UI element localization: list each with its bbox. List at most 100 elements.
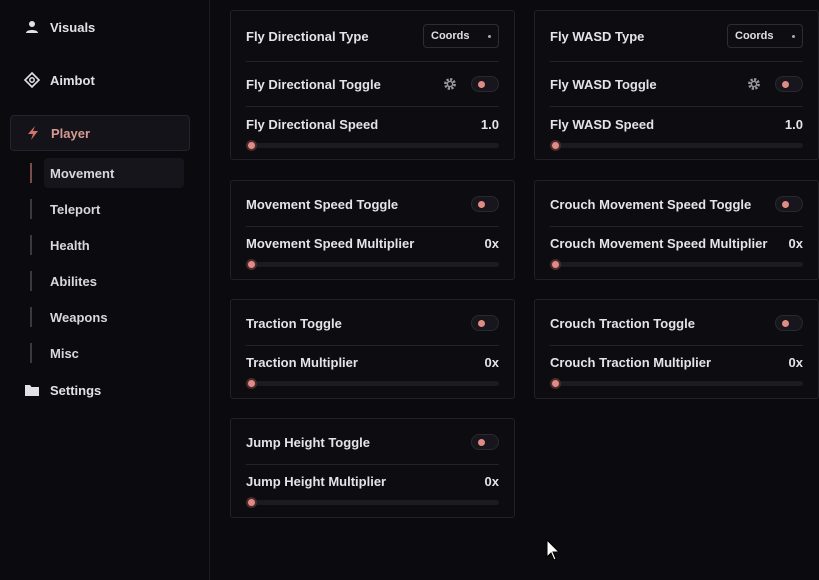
traction-toggle[interactable] bbox=[471, 315, 499, 331]
jump-height-toggle[interactable] bbox=[471, 434, 499, 450]
divider bbox=[550, 345, 803, 346]
fly-wasd-toggle-label: Fly WASD Toggle bbox=[550, 76, 657, 92]
fly-directional-toggle[interactable] bbox=[471, 76, 499, 92]
movement-speed-multiplier-value: 0x bbox=[484, 235, 499, 251]
fly-directional-type-label: Fly Directional Type bbox=[246, 28, 369, 44]
fly-directional-panel: Fly Directional Type Coords Fly Directio… bbox=[230, 10, 515, 160]
mouse-cursor-icon bbox=[546, 538, 561, 566]
crosshair-icon bbox=[24, 72, 40, 88]
fly-directional-speed-slider[interactable] bbox=[246, 140, 499, 151]
fly-wasd-speed-label: Fly WASD Speed bbox=[550, 116, 655, 132]
crouch-traction-multiplier-label: Crouch Traction Multiplier bbox=[550, 354, 712, 370]
sub-item-label: Weapons bbox=[50, 309, 108, 325]
slider-knob[interactable] bbox=[246, 497, 257, 508]
sub-item-indicator bbox=[30, 307, 32, 327]
dropdown-value: Coords bbox=[431, 30, 470, 42]
crouch-traction-toggle[interactable] bbox=[775, 315, 803, 331]
jump-height-multiplier-label: Jump Height Multiplier bbox=[246, 473, 387, 489]
nav-item-settings[interactable]: Settings bbox=[10, 372, 190, 408]
traction-toggle-label: Traction Toggle bbox=[246, 315, 342, 331]
sub-item-indicator bbox=[30, 271, 32, 291]
fly-wasd-panel: Fly WASD Type Coords Fly WASD Toggle Fly… bbox=[534, 10, 819, 160]
nav-item-aimbot[interactable]: Aimbot bbox=[10, 62, 190, 98]
divider bbox=[246, 226, 499, 227]
divider bbox=[550, 106, 803, 107]
jump-height-panel: Jump Height Toggle Jump Height Multiplie… bbox=[230, 418, 515, 518]
sub-item-abilites[interactable]: Abilites bbox=[30, 266, 190, 296]
divider bbox=[246, 106, 499, 107]
crouch-traction-multiplier-value: 0x bbox=[788, 354, 803, 370]
fly-wasd-toggle[interactable] bbox=[775, 76, 803, 92]
traction-multiplier-label: Traction Multiplier bbox=[246, 354, 358, 370]
nav-item-label: Visuals bbox=[50, 19, 96, 35]
movement-speed-multiplier-slider[interactable] bbox=[246, 259, 499, 270]
sub-item-indicator bbox=[30, 199, 32, 219]
sub-item-label: Movement bbox=[50, 165, 115, 181]
slider-knob[interactable] bbox=[246, 378, 257, 389]
nav-item-visuals[interactable]: Visuals bbox=[10, 9, 190, 45]
crouch-movement-speed-toggle[interactable] bbox=[775, 196, 803, 212]
slider-knob[interactable] bbox=[550, 259, 561, 270]
divider bbox=[550, 226, 803, 227]
crouch-movement-speed-multiplier-slider[interactable] bbox=[550, 259, 803, 270]
fly-directional-toggle-label: Fly Directional Toggle bbox=[246, 76, 381, 92]
folder-icon bbox=[24, 382, 40, 398]
fly-wasd-type-dropdown[interactable]: Coords bbox=[727, 24, 803, 48]
fly-wasd-speed-slider[interactable] bbox=[550, 140, 803, 151]
sub-item-label: Abilites bbox=[50, 273, 97, 289]
fly-directional-speed-value: 1.0 bbox=[480, 116, 499, 132]
sidebar: Visuals Aimbot Player Movement Teleport … bbox=[0, 0, 210, 580]
gear-icon[interactable] bbox=[443, 77, 457, 91]
traction-multiplier-slider[interactable] bbox=[246, 378, 499, 389]
gear-icon[interactable] bbox=[747, 77, 761, 91]
nav-item-label: Player bbox=[51, 125, 91, 141]
fly-wasd-speed-value: 1.0 bbox=[784, 116, 803, 132]
user-icon bbox=[24, 19, 40, 35]
crouch-movement-speed-toggle-label: Crouch Movement Speed Toggle bbox=[550, 196, 752, 212]
jump-height-toggle-label: Jump Height Toggle bbox=[246, 434, 370, 450]
sub-item-indicator bbox=[30, 163, 32, 183]
movement-speed-toggle-label: Movement Speed Toggle bbox=[246, 196, 399, 212]
traction-panel: Traction Toggle Traction Multiplier 0x bbox=[230, 299, 515, 399]
jump-height-multiplier-value: 0x bbox=[484, 473, 499, 489]
fly-wasd-type-label: Fly WASD Type bbox=[550, 28, 645, 44]
sub-item-label: Misc bbox=[50, 345, 79, 361]
divider bbox=[246, 464, 499, 465]
nav-item-label: Settings bbox=[50, 382, 102, 398]
slider-knob[interactable] bbox=[246, 259, 257, 270]
traction-multiplier-value: 0x bbox=[484, 354, 499, 370]
sub-item-indicator bbox=[30, 235, 32, 255]
crouch-movement-speed-panel: Crouch Movement Speed Toggle Crouch Move… bbox=[534, 180, 819, 280]
sub-item-label: Health bbox=[50, 237, 90, 253]
slider-knob[interactable] bbox=[246, 140, 257, 151]
sub-item-movement[interactable]: Movement bbox=[30, 158, 190, 188]
sub-item-weapons[interactable]: Weapons bbox=[30, 302, 190, 332]
sub-item-label: Teleport bbox=[50, 201, 101, 217]
sub-item-misc[interactable]: Misc bbox=[30, 338, 190, 368]
crouch-movement-speed-multiplier-label: Crouch Movement Speed Multiplier bbox=[550, 235, 768, 251]
dropdown-indicator-icon bbox=[488, 34, 491, 38]
fly-directional-speed-label: Fly Directional Speed bbox=[246, 116, 379, 132]
sub-item-indicator bbox=[30, 343, 32, 363]
movement-speed-multiplier-label: Movement Speed Multiplier bbox=[246, 235, 415, 251]
lightning-icon bbox=[25, 125, 41, 141]
divider bbox=[246, 345, 499, 346]
divider bbox=[246, 61, 499, 62]
crouch-traction-toggle-label: Crouch Traction Toggle bbox=[550, 315, 695, 331]
nav-item-label: Aimbot bbox=[50, 72, 95, 88]
crouch-movement-speed-multiplier-value: 0x bbox=[788, 235, 803, 251]
crouch-traction-multiplier-slider[interactable] bbox=[550, 378, 803, 389]
nav-item-player[interactable]: Player bbox=[10, 115, 190, 151]
crouch-traction-panel: Crouch Traction Toggle Crouch Traction M… bbox=[534, 299, 819, 399]
movement-speed-panel: Movement Speed Toggle Movement Speed Mul… bbox=[230, 180, 515, 280]
movement-speed-toggle[interactable] bbox=[471, 196, 499, 212]
divider bbox=[550, 61, 803, 62]
jump-height-multiplier-slider[interactable] bbox=[246, 497, 499, 508]
dropdown-indicator-icon bbox=[792, 34, 795, 38]
sub-item-health[interactable]: Health bbox=[30, 230, 190, 260]
slider-knob[interactable] bbox=[550, 140, 561, 151]
fly-directional-type-dropdown[interactable]: Coords bbox=[423, 24, 499, 48]
sub-item-teleport[interactable]: Teleport bbox=[30, 194, 190, 224]
dropdown-value: Coords bbox=[735, 30, 774, 42]
slider-knob[interactable] bbox=[550, 378, 561, 389]
